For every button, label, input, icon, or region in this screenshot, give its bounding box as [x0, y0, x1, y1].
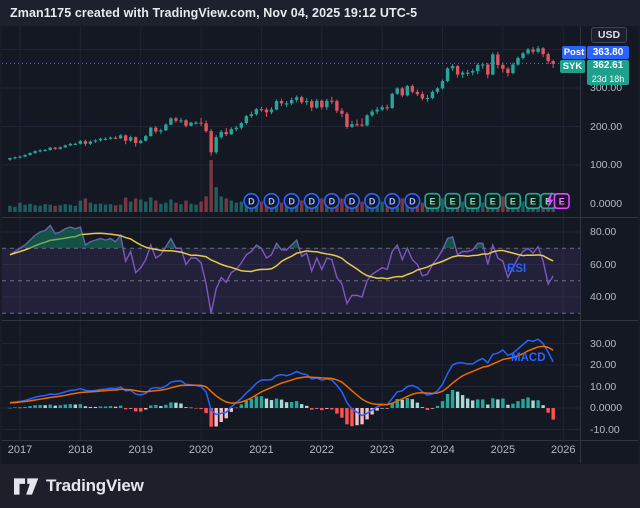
- svg-text:D: D: [369, 196, 376, 206]
- svg-text:D: D: [329, 196, 336, 206]
- attribution-bar: Zman1175 created with TradingView.com, N…: [0, 0, 640, 26]
- time-scale-tick: 2023: [369, 444, 395, 456]
- price-scale-tick: -10.00: [590, 423, 620, 436]
- time-scale-tick: 2024: [430, 444, 455, 456]
- svg-text:D: D: [409, 196, 416, 206]
- tradingview-logo-icon: [14, 477, 39, 495]
- last-price-value: 362.61: [592, 60, 624, 71]
- price-scale-tick: 0.0000: [590, 197, 623, 210]
- tradingview-logo[interactable]: TradingView: [14, 475, 144, 497]
- post-market-chip[interactable]: Post: [562, 46, 586, 59]
- svg-text:D: D: [288, 196, 295, 206]
- footer-bar: TradingView: [0, 464, 640, 508]
- attribution-text: Zman1175 created with TradingView.com, N…: [10, 6, 418, 20]
- price-scale-tick: 30.00: [590, 337, 617, 350]
- svg-text:E: E: [470, 196, 476, 206]
- svg-text:D: D: [389, 196, 396, 206]
- last-price-label[interactable]: 362.61 23d 18h: [587, 60, 629, 85]
- svg-text:E: E: [450, 196, 456, 206]
- chart-canvas[interactable]: DDDDDDDDDDDDDDDDEEEEEEEE: [2, 26, 638, 464]
- price-scale-tick: 40.00: [590, 291, 617, 303]
- svg-text:D: D: [349, 196, 356, 206]
- svg-text:D: D: [248, 196, 255, 206]
- time-scale-tick: 2022: [309, 444, 335, 456]
- post-market-price-label[interactable]: 363.80: [587, 46, 629, 59]
- svg-text:E: E: [490, 196, 496, 206]
- time-scale-tick: 2026: [550, 444, 576, 456]
- tradingview-logo-text: TradingView: [46, 476, 144, 495]
- bar-countdown: 23d 18h: [591, 73, 625, 84]
- svg-text:D: D: [268, 196, 275, 206]
- price-scale-tick: 200.00: [590, 120, 623, 133]
- currency-toggle-button[interactable]: USD: [591, 27, 627, 43]
- price-scale-tick: 100.00: [590, 159, 623, 171]
- price-scale-tick: 20.00: [590, 359, 617, 371]
- price-scale[interactable]: 300.00 200.00 100.00 0.0000 80.00 60.00 40.00 3…: [581, 26, 640, 464]
- price-scale-tick: 10.00: [590, 380, 617, 393]
- price-scale-tick: 60.00: [590, 258, 617, 271]
- time-scale-tick: 2017: [7, 444, 33, 456]
- svg-text:E: E: [530, 196, 536, 206]
- macd-pane-label: MACD: [511, 352, 546, 364]
- svg-text:E: E: [510, 196, 516, 206]
- price-scale-tick: 80.00: [590, 226, 617, 238]
- time-scale-tick: 2020: [188, 444, 214, 456]
- svg-text:E: E: [429, 196, 435, 206]
- time-scale-tick: 2025: [490, 444, 516, 456]
- svg-text:E: E: [559, 196, 565, 206]
- time-scale-tick: 2018: [68, 444, 93, 456]
- time-scale-tick: 2021: [249, 444, 274, 456]
- svg-text:D: D: [308, 196, 315, 206]
- time-scale-tick: 2019: [128, 444, 153, 456]
- symbol-chip[interactable]: SYK: [560, 60, 585, 73]
- price-scale-tick: 0.0000: [590, 402, 623, 414]
- rsi-pane-label: RSI: [507, 263, 527, 275]
- time-scale[interactable]: 2017 2018 2019 2020 2021 2022 2023 2024 2025 2026: [2, 441, 580, 463]
